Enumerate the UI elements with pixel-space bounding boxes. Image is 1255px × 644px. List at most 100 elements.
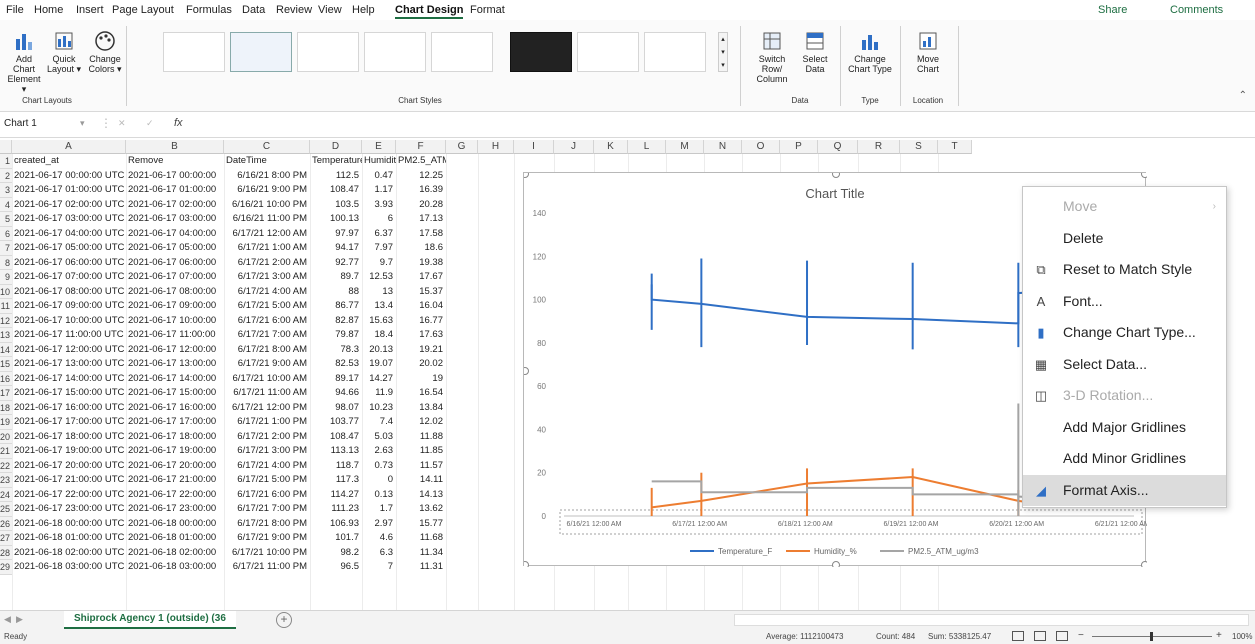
column-header-f[interactable]: F [396, 140, 446, 154]
data-cell[interactable]: 98.2 [312, 546, 362, 561]
data-cell[interactable]: 10.23 [364, 401, 396, 416]
data-cell[interactable]: 101.7 [312, 531, 362, 546]
data-cell[interactable]: 19.07 [364, 357, 396, 372]
column-header-b[interactable]: B [126, 140, 224, 154]
data-cell[interactable]: 16.54 [398, 386, 446, 401]
data-cell[interactable]: 0.47 [364, 169, 396, 184]
data-cell[interactable]: 92.77 [312, 256, 362, 271]
chart-style-8[interactable] [644, 32, 706, 72]
data-cell[interactable]: 17.13 [398, 212, 446, 227]
name-box[interactable]: Chart 1 [4, 118, 84, 132]
series-line-0[interactable] [650, 284, 1051, 325]
row-header[interactable]: 16 [0, 371, 12, 386]
data-cell[interactable]: 2021-06-17 23:00:00 UTC [14, 502, 126, 517]
data-cell[interactable]: 6/16/21 9:00 PM [226, 183, 310, 198]
data-cell[interactable]: 20.28 [398, 198, 446, 213]
data-cell[interactable]: 2021-06-17 12:00:00 UTC [14, 343, 126, 358]
column-header-a[interactable]: A [12, 140, 126, 154]
tab-data[interactable]: Data [242, 4, 265, 16]
data-cell[interactable]: 5.03 [364, 430, 396, 445]
data-cell[interactable]: 2021-06-18 02:00:00 [128, 546, 224, 561]
tab-help[interactable]: Help [352, 4, 375, 16]
header-cell[interactable]: Remove [128, 154, 224, 169]
row-header[interactable]: 4 [0, 197, 12, 212]
data-cell[interactable]: 11.57 [398, 459, 446, 474]
data-cell[interactable]: 2021-06-18 01:00:00 UTC [14, 531, 126, 546]
row-header[interactable]: 22 [0, 458, 12, 473]
row-header[interactable]: 1 [0, 154, 12, 169]
data-cell[interactable]: 2021-06-17 20:00:00 UTC [14, 459, 126, 474]
data-cell[interactable]: 2021-06-17 11:00:00 UTC [14, 328, 126, 343]
data-cell[interactable]: 0.73 [364, 459, 396, 474]
data-cell[interactable]: 2021-06-17 17:00:00 [128, 415, 224, 430]
data-cell[interactable]: 6/17/21 2:00 PM [226, 430, 310, 445]
data-cell[interactable]: 2021-06-17 05:00:00 [128, 241, 224, 256]
data-cell[interactable]: 2.97 [364, 517, 396, 532]
data-cell[interactable]: 1.17 [364, 183, 396, 198]
context-menu-item-add-minor-gridlines[interactable]: Add Minor Gridlines [1023, 443, 1226, 474]
header-cell[interactable]: DateTime [226, 154, 310, 169]
row-header[interactable]: 15 [0, 357, 12, 372]
tab-insert[interactable]: Insert [76, 4, 104, 16]
add-sheet-button[interactable]: + [276, 612, 292, 628]
data-cell[interactable]: 2021-06-17 10:00:00 [128, 314, 224, 329]
context-menu-item-change-chart-type[interactable]: ▮ Change Chart Type... [1023, 317, 1226, 348]
name-box-dropdown-icon[interactable]: ▾ [80, 118, 85, 129]
data-cell[interactable]: 1.7 [364, 502, 396, 517]
data-cell[interactable]: 2021-06-17 02:00:00 [128, 198, 224, 213]
data-cell[interactable]: 2021-06-17 00:00:00 [128, 169, 224, 184]
data-cell[interactable]: 6/17/21 4:00 PM [226, 459, 310, 474]
data-cell[interactable]: 18.4 [364, 328, 396, 343]
sheet-scroll-left-icon[interactable]: ◀ [4, 614, 11, 625]
share-button[interactable]: Share [1098, 4, 1127, 16]
chart-style-2[interactable] [230, 32, 292, 72]
data-cell[interactable]: 6/17/21 11:00 AM [226, 386, 310, 401]
data-cell[interactable]: 100.13 [312, 212, 362, 227]
data-cell[interactable]: 6/16/21 8:00 PM [226, 169, 310, 184]
data-cell[interactable]: 6/16/21 11:00 PM [226, 212, 310, 227]
chart-style-7[interactable] [577, 32, 639, 72]
row-header[interactable]: 11 [0, 299, 12, 314]
row-header[interactable]: 25 [0, 502, 12, 517]
tab-view[interactable]: View [318, 4, 342, 16]
data-cell[interactable]: 2021-06-17 03:00:00 UTC [14, 212, 126, 227]
context-menu-item-move[interactable]: Move › [1023, 191, 1226, 222]
resize-handle[interactable] [832, 170, 840, 178]
header-cell[interactable]: created_at [14, 154, 126, 169]
column-header-k[interactable]: K [594, 140, 628, 154]
fx-icon[interactable]: fx [174, 117, 183, 129]
sheet-scroll-right-icon[interactable]: ▶ [16, 614, 23, 625]
data-cell[interactable]: 89.17 [312, 372, 362, 387]
data-cell[interactable]: 6/17/21 5:00 PM [226, 473, 310, 488]
data-cell[interactable]: 20.13 [364, 343, 396, 358]
column-header-m[interactable]: M [666, 140, 704, 154]
row-header[interactable]: 13 [0, 328, 12, 343]
data-cell[interactable]: 117.3 [312, 473, 362, 488]
row-header[interactable]: 10 [0, 284, 12, 299]
data-cell[interactable]: 113.13 [312, 444, 362, 459]
comments-button[interactable]: Comments [1170, 4, 1223, 16]
chart-style-5[interactable] [431, 32, 493, 72]
data-cell[interactable]: 2021-06-17 01:00:00 UTC [14, 183, 126, 198]
data-cell[interactable]: 118.7 [312, 459, 362, 474]
data-cell[interactable]: 6/17/21 3:00 PM [226, 444, 310, 459]
data-cell[interactable]: 3.93 [364, 198, 396, 213]
data-cell[interactable]: 2021-06-17 02:00:00 UTC [14, 198, 126, 213]
data-cell[interactable]: 2021-06-17 18:00:00 [128, 430, 224, 445]
data-cell[interactable]: 2021-06-17 19:00:00 UTC [14, 444, 126, 459]
data-cell[interactable]: 14.27 [364, 372, 396, 387]
column-header-e[interactable]: E [362, 140, 396, 154]
data-cell[interactable]: 0 [364, 473, 396, 488]
data-cell[interactable]: 7.4 [364, 415, 396, 430]
header-cell[interactable]: Humidity_% [364, 154, 396, 169]
data-cell[interactable]: 12.25 [398, 169, 446, 184]
tab-file[interactable]: File [6, 4, 24, 16]
data-cell[interactable]: 2021-06-17 16:00:00 [128, 401, 224, 416]
data-cell[interactable]: 6/17/21 12:00 PM [226, 401, 310, 416]
tab-home[interactable]: Home [34, 4, 63, 16]
horizontal-scrollbar[interactable] [734, 614, 1249, 626]
column-header-s[interactable]: S [900, 140, 938, 154]
data-cell[interactable]: 11.9 [364, 386, 396, 401]
data-cell[interactable]: 78.3 [312, 343, 362, 358]
cancel-icon[interactable]: ✕ [118, 118, 126, 129]
